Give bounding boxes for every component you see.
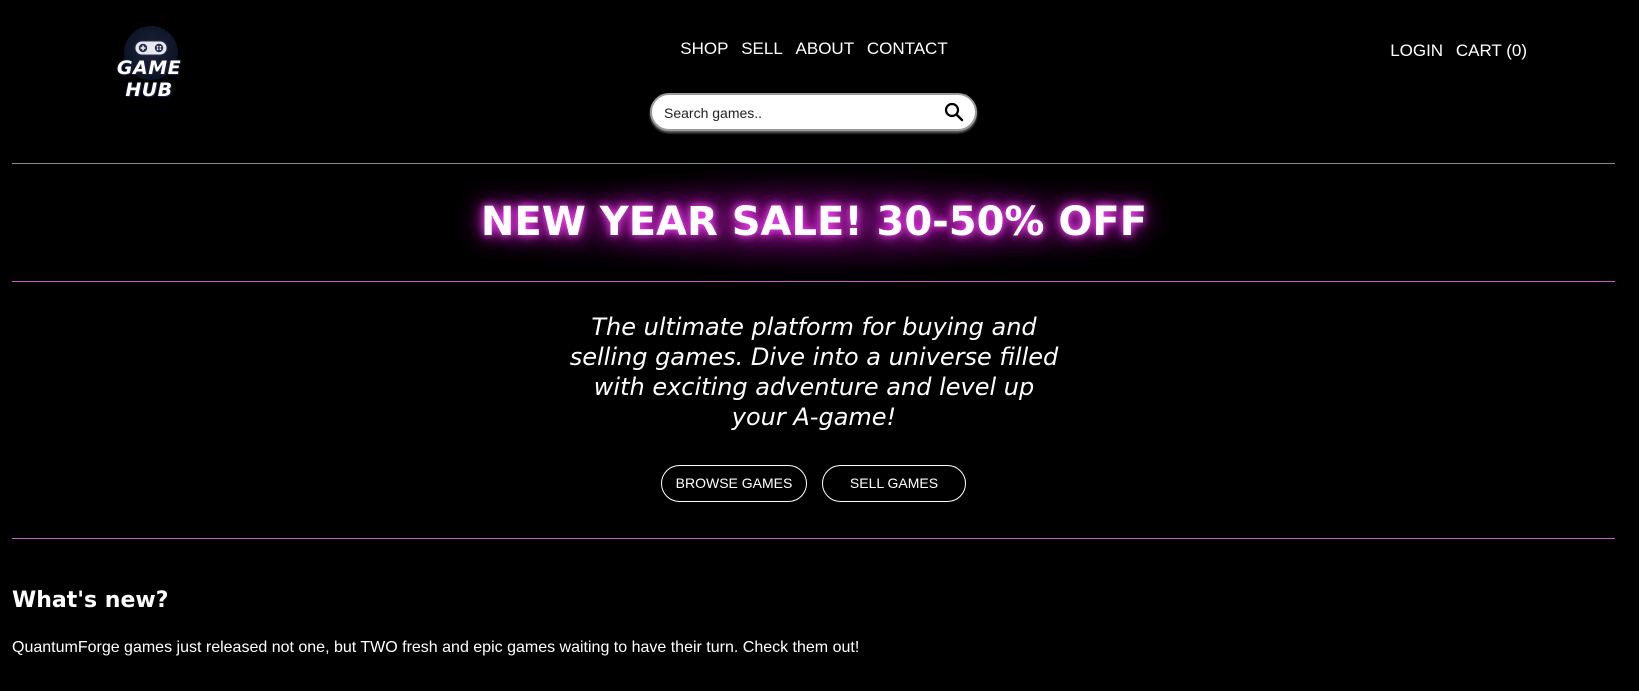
page: GAME HUB SHOP SELL ABOUT CONTACT LOGIN C… bbox=[0, 0, 1639, 691]
nav-shop-link[interactable]: SHOP bbox=[680, 39, 728, 59]
browse-games-button[interactable]: BROWSE GAMES bbox=[661, 465, 807, 502]
sale-divider bbox=[12, 281, 1615, 282]
hero-tagline: The ultimate platform for buying and sel… bbox=[569, 313, 1059, 431]
whats-new-heading: What's new? bbox=[12, 588, 169, 613]
whats-new-text: QuantumForge games just released not one… bbox=[12, 639, 860, 656]
search-input[interactable] bbox=[662, 102, 936, 124]
search-icon[interactable] bbox=[944, 102, 964, 122]
user-nav: LOGIN CART (0) bbox=[1382, 41, 1527, 61]
sell-games-button[interactable]: SELL GAMES bbox=[822, 465, 966, 502]
header-divider bbox=[12, 163, 1615, 164]
logo-text: GAME HUB bbox=[116, 57, 182, 101]
search-bar bbox=[650, 93, 977, 131]
nav-sell-link[interactable]: SELL bbox=[741, 39, 783, 59]
nav-contact-link[interactable]: CONTACT bbox=[867, 39, 948, 59]
login-link[interactable]: LOGIN bbox=[1390, 41, 1443, 60]
nav-about-link[interactable]: ABOUT bbox=[796, 39, 855, 59]
sale-banner: NEW YEAR SALE! 30-50% OFF bbox=[480, 199, 1148, 245]
cart-link[interactable]: CART (0) bbox=[1456, 41, 1527, 60]
hero-divider bbox=[12, 538, 1615, 539]
